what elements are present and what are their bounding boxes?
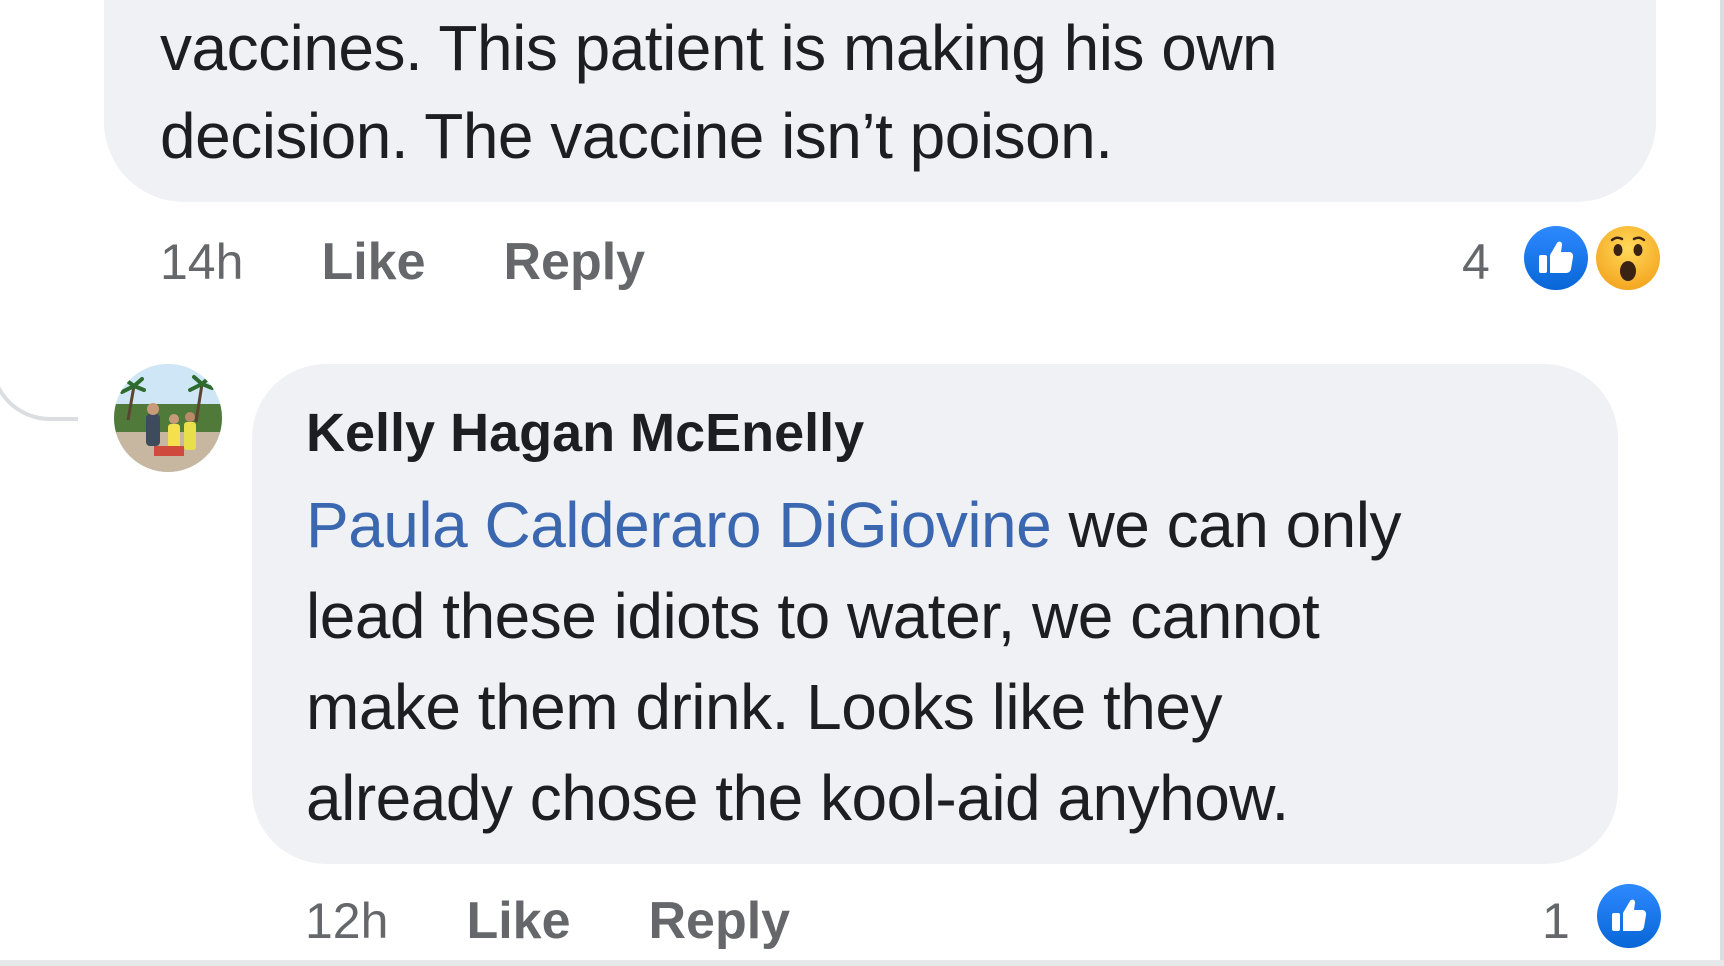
like-reaction-icon[interactable] — [1520, 222, 1592, 294]
thumbs-up-icon — [1524, 226, 1588, 290]
scrollbar-edge — [1720, 0, 1724, 966]
mention-link[interactable]: Paula Calderaro DiGiovine — [306, 489, 1052, 561]
reaction-count[interactable]: 4 — [1462, 227, 1490, 297]
bottom-divider — [0, 960, 1724, 966]
comment-text-line: make them drink. Looks like they — [306, 671, 1222, 743]
wow-reaction-icon[interactable] — [1592, 222, 1664, 294]
comment-text-line: already chose the kool-aid anyhow. — [306, 762, 1289, 834]
comment-author[interactable]: Kelly Hagan McEnelly — [306, 402, 864, 464]
thumbs-up-icon — [1597, 884, 1661, 948]
like-reaction-icon[interactable] — [1593, 880, 1665, 952]
comment-text: Paula Calderaro DiGiovine we can only le… — [306, 480, 1606, 844]
comment-actions: 14h Like Reply — [160, 227, 645, 297]
comment-text-line: vaccines. This patient is making his own — [160, 12, 1278, 84]
comment-text-line: lead these idiots to water, we cannot — [306, 580, 1320, 652]
like-button[interactable]: Like — [321, 232, 425, 292]
reply-button[interactable]: Reply — [504, 232, 646, 292]
comment-actions: 12h Like Reply — [305, 886, 790, 956]
comment-text-line: Paula Calderaro DiGiovine we can only — [306, 480, 1606, 571]
comment-timestamp[interactable]: 12h — [305, 892, 388, 950]
avatar[interactable] — [114, 364, 222, 472]
comment-bubble: vaccines. This patient is making his own… — [104, 0, 1656, 202]
comment-thread: vaccines. This patient is making his own… — [0, 0, 1724, 966]
profile-photo — [114, 364, 222, 472]
comment-text-segment: we can only — [1051, 489, 1402, 561]
reply-button[interactable]: Reply — [649, 891, 791, 951]
wow-face-icon — [1596, 226, 1660, 290]
thread-connector — [0, 345, 78, 421]
comment-text: vaccines. This patient is making his own… — [160, 4, 1620, 180]
reaction-count[interactable]: 1 — [1542, 886, 1570, 956]
comment-timestamp[interactable]: 14h — [160, 233, 243, 291]
comment-text-line: decision. The vaccine isn’t poison. — [160, 100, 1113, 172]
like-button[interactable]: Like — [466, 891, 570, 951]
comment-bubble: Kelly Hagan McEnelly Paula Calderaro DiG… — [252, 364, 1618, 864]
